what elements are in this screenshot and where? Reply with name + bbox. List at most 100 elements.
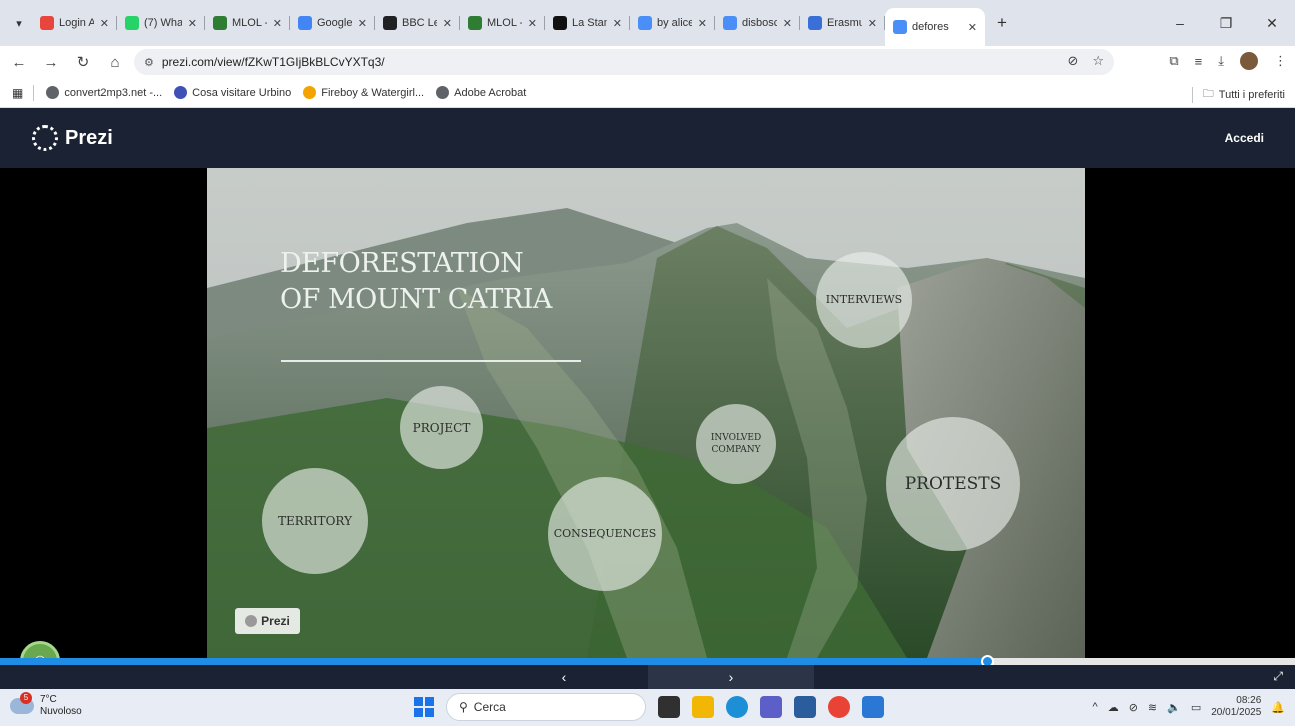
bubble-involved-company[interactable]: INVOLVED COMPANY: [696, 404, 776, 484]
tab-title: (7) What: [144, 17, 182, 29]
battery-icon[interactable]: ▭: [1191, 701, 1201, 714]
weather-condition: Nuvoloso: [40, 706, 82, 717]
apps-grid-icon[interactable]: ▦: [12, 86, 23, 100]
bookmark-star-icon[interactable]: ☆: [1092, 53, 1104, 69]
clock-date: 20/01/2025: [1211, 707, 1262, 718]
wifi-icon[interactable]: ≋: [1148, 701, 1157, 714]
restore-icon[interactable]: ❐: [1203, 15, 1249, 32]
tab-close-icon[interactable]: ✕: [273, 17, 282, 30]
all-bookmarks[interactable]: 🗀 Tutti i preferiti: [1191, 85, 1285, 104]
file-explorer-icon[interactable]: [692, 696, 714, 718]
tab-close-icon[interactable]: ✕: [783, 17, 792, 30]
bubble-project[interactable]: PROJECT: [400, 386, 483, 469]
home-icon[interactable]: ⌂: [102, 54, 128, 71]
next-step-button[interactable]: ›: [648, 665, 814, 689]
bubble-interviews[interactable]: INTERVIEWS: [816, 252, 912, 348]
teams-icon[interactable]: [760, 696, 782, 718]
tab-close-icon[interactable]: ✕: [358, 17, 367, 30]
tab-9[interactable]: Erasmus ✕: [800, 8, 885, 38]
tab-2[interactable]: MLOL - I ✕: [205, 8, 290, 38]
tab-3[interactable]: Google ✕: [290, 8, 375, 38]
forward-arrow-icon[interactable]: →: [38, 54, 64, 71]
eye-off-icon[interactable]: ⊘: [1067, 53, 1078, 69]
previous-step-button[interactable]: ‹: [480, 665, 648, 689]
bookmark-item[interactable]: Adobe Acrobat: [436, 86, 526, 99]
bubble-protests[interactable]: PROTESTS: [886, 417, 1020, 551]
bookmark-favicon-icon: [303, 86, 317, 99]
volume-icon[interactable]: 🔈: [1167, 701, 1181, 714]
bubble-consequences[interactable]: CONSEQUENCES: [548, 477, 662, 591]
new-tab-button[interactable]: +: [989, 13, 1015, 33]
title-underline: [281, 360, 581, 362]
menu-kebab-icon[interactable]: ⋮: [1274, 53, 1287, 69]
tab-10[interactable]: defores ✕: [885, 8, 985, 46]
fullscreen-icon[interactable]: ⤢: [1273, 669, 1283, 684]
tab-close-icon[interactable]: ✕: [613, 17, 622, 30]
url-text[interactable]: prezi.com/view/fZKwT1GIjBkBLCvYXTq3/: [162, 55, 385, 69]
bubble-project-label: PROJECT: [412, 420, 471, 435]
download-icon[interactable]: ⤓: [1218, 53, 1224, 69]
tab-0[interactable]: Login Ar ✕: [32, 8, 117, 38]
tab-favicon-icon: [125, 16, 139, 30]
minimize-icon[interactable]: –: [1157, 15, 1203, 31]
tray-overflow-icon[interactable]: ^: [1093, 701, 1098, 713]
system-tray: ^ ☁ ⊘ ≋ 🔈 ▭ 08:26 20/01/2025 🔔: [1093, 695, 1285, 719]
task-view-icon[interactable]: [658, 696, 680, 718]
prezi-watermark[interactable]: Prezi: [235, 608, 300, 634]
prezi-watermark-label: Prezi: [261, 614, 290, 628]
tab-5[interactable]: MLOL - I ✕: [460, 8, 545, 38]
tab-close-icon[interactable]: ✕: [188, 17, 197, 30]
back-arrow-icon[interactable]: ←: [6, 54, 32, 71]
onedrive-icon[interactable]: ☁: [1108, 701, 1119, 714]
tab-favicon-icon: [893, 20, 907, 34]
browser-toolbar: ← → ↻ ⌂ ⚙ prezi.com/view/fZKwT1GIjBkBLCv…: [0, 46, 1295, 78]
tab-close-icon[interactable]: ✕: [868, 17, 877, 30]
tab-4[interactable]: BBC Lea ✕: [375, 8, 460, 38]
reading-list-icon[interactable]: ≡: [1195, 54, 1203, 69]
bookmark-item[interactable]: Fireboy & Watergirl...: [303, 86, 424, 99]
tab-search-chevron-icon[interactable]: ▾: [6, 10, 32, 36]
tab-close-icon[interactable]: ✕: [968, 21, 977, 34]
bubble-involved-company-label: INVOLVED COMPANY: [710, 433, 762, 455]
eye-off-icon[interactable]: ⊘: [1129, 701, 1138, 714]
tab-favicon-icon: [383, 16, 397, 30]
tab-close-icon[interactable]: ✕: [443, 17, 452, 30]
reload-icon[interactable]: ↻: [70, 53, 96, 71]
tab-8[interactable]: disbosca ✕: [715, 8, 800, 38]
weather-widget[interactable]: 5 7°C Nuvoloso: [10, 692, 82, 718]
tab-title: by alice: [657, 17, 692, 29]
tab-close-icon[interactable]: ✕: [100, 17, 109, 30]
bubble-territory[interactable]: TERRITORY: [262, 468, 368, 574]
store-icon[interactable]: [794, 696, 816, 718]
windows-start-icon[interactable]: [414, 697, 434, 717]
site-info-icon[interactable]: ⚙: [144, 56, 154, 69]
tab-favicon-icon: [40, 16, 54, 30]
bookmark-item[interactable]: Cosa visitare Urbino: [174, 86, 291, 99]
bookmark-item[interactable]: convert2mp3.net -...: [46, 86, 162, 99]
chrome-icon[interactable]: [828, 696, 850, 718]
presentation-progress[interactable]: [0, 655, 1295, 668]
tab-7[interactable]: by alice ✕: [630, 8, 715, 38]
word-icon[interactable]: [862, 696, 884, 718]
tab-title: MLOL - I: [487, 17, 522, 29]
tab-close-icon[interactable]: ✕: [698, 17, 707, 30]
notification-bell-icon[interactable]: 🔔: [1271, 701, 1285, 714]
edge-icon[interactable]: [726, 696, 748, 718]
taskbar-search[interactable]: ⚲ Cerca: [446, 693, 646, 721]
login-button[interactable]: Accedi: [1225, 131, 1264, 145]
mountain-background: [207, 168, 1085, 658]
tab-title: Login Ar: [59, 17, 94, 29]
tab-1[interactable]: (7) What ✕: [117, 8, 205, 38]
player-controls: ‹ › ⤢: [0, 665, 1295, 689]
address-bar[interactable]: ⚙ prezi.com/view/fZKwT1GIjBkBLCvYXTq3/ ⊘…: [134, 49, 1114, 75]
tab-title: defores: [912, 21, 949, 33]
tab-close-icon[interactable]: ✕: [528, 17, 537, 30]
bookmark-favicon-icon: [436, 86, 450, 99]
tab-6[interactable]: La Stam ✕: [545, 8, 630, 38]
close-icon[interactable]: ✕: [1249, 15, 1295, 32]
bubble-territory-label: TERRITORY: [277, 514, 352, 528]
profile-avatar[interactable]: [1240, 52, 1258, 70]
clock[interactable]: 08:26 20/01/2025: [1211, 695, 1261, 719]
extensions-icon[interactable]: ⧉: [1169, 53, 1178, 69]
prezi-logo[interactable]: Prezi: [32, 125, 113, 151]
